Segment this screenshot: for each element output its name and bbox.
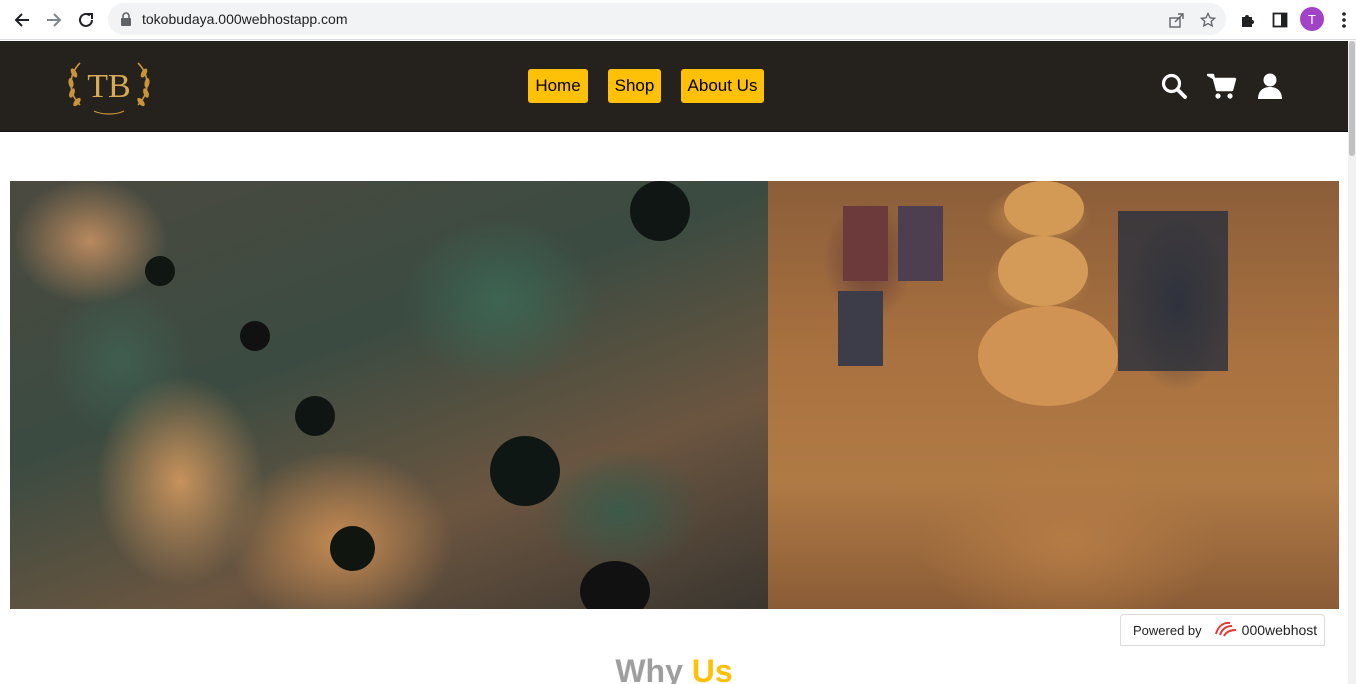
lock-icon[interactable] bbox=[120, 12, 132, 31]
side-panel-icon[interactable] bbox=[1268, 8, 1292, 32]
share-icon[interactable] bbox=[1166, 10, 1186, 30]
page-viewport: TB Home Shop About Us Why Us Powered by … bbox=[0, 41, 1356, 684]
nav-home-button[interactable]: Home bbox=[528, 69, 588, 103]
logo-text: TB bbox=[87, 68, 130, 105]
kebab-menu-icon[interactable] bbox=[1332, 8, 1356, 32]
back-arrow-icon[interactable] bbox=[10, 8, 34, 32]
star-icon[interactable] bbox=[1198, 10, 1218, 30]
cart-icon[interactable] bbox=[1207, 71, 1237, 101]
address-bar[interactable]: tokobudaya.000webhostapp.com bbox=[108, 3, 1226, 35]
hero-image-baskets bbox=[10, 181, 768, 609]
powered-by-badge[interactable]: Powered by 000webhost bbox=[1120, 614, 1325, 646]
section-title-us: Us bbox=[691, 653, 733, 684]
profile-avatar[interactable]: T bbox=[1300, 7, 1324, 31]
logo[interactable]: TB bbox=[66, 55, 152, 117]
section-title: Why Us bbox=[0, 653, 1348, 684]
url-text[interactable]: tokobudaya.000webhostapp.com bbox=[142, 11, 347, 27]
nav-about-us-button[interactable]: About Us bbox=[681, 69, 764, 103]
reload-icon[interactable] bbox=[74, 8, 98, 32]
browser-toolbar: tokobudaya.000webhostapp.com T bbox=[0, 0, 1356, 40]
hero-banner bbox=[10, 181, 1339, 609]
powered-by-brand: 000webhost bbox=[1241, 622, 1318, 638]
powered-by-label: Powered by bbox=[1133, 622, 1202, 638]
scrollbar-thumb[interactable] bbox=[1349, 41, 1355, 156]
hero-image-crafts bbox=[768, 181, 1339, 609]
search-icon[interactable] bbox=[1159, 71, 1189, 101]
user-icon[interactable] bbox=[1255, 71, 1285, 101]
nav-shop-button[interactable]: Shop bbox=[608, 69, 661, 103]
forward-arrow-icon[interactable] bbox=[42, 8, 66, 32]
site-header: TB Home Shop About Us bbox=[0, 41, 1348, 132]
scrollbar[interactable] bbox=[1348, 41, 1356, 684]
section-title-why: Why bbox=[615, 653, 683, 684]
extensions-icon[interactable] bbox=[1236, 8, 1260, 32]
webhost-logo-icon bbox=[1214, 620, 1238, 641]
